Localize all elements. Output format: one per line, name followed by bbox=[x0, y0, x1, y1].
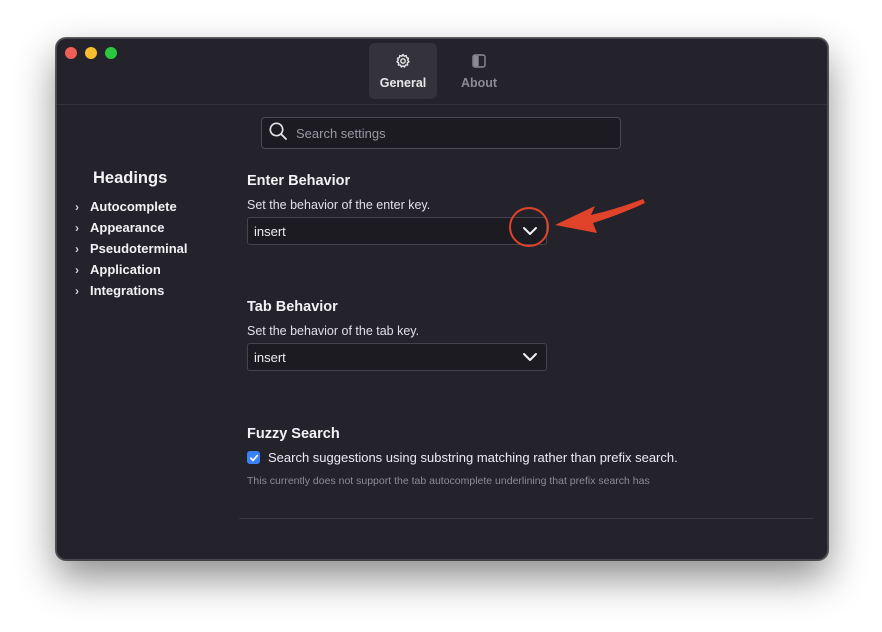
tab-behavior-description: Set the behavior of the tab key. bbox=[247, 324, 420, 338]
search-icon bbox=[262, 121, 288, 146]
tab-behavior-value: insert bbox=[254, 349, 286, 365]
tab-about-label: About bbox=[460, 75, 498, 90]
chevron-right-icon: › bbox=[75, 262, 79, 277]
chevron-right-icon: › bbox=[75, 241, 79, 256]
fuzzy-search-option[interactable]: Search suggestions using substring match… bbox=[247, 450, 678, 465]
enter-behavior-title: Enter Behavior bbox=[247, 173, 351, 189]
annotation-circle bbox=[509, 207, 549, 247]
sidebar-icon bbox=[471, 53, 487, 76]
sidebar-item-integrations[interactable]: › Integrations bbox=[75, 283, 164, 298]
enter-behavior-select[interactable]: insert bbox=[247, 217, 547, 245]
checkmark-icon bbox=[249, 454, 258, 461]
sidebar-item-label: Integrations bbox=[90, 283, 165, 298]
sidebar-item-label: Pseudoterminal bbox=[90, 241, 188, 256]
sidebar-item-label: Autocomplete bbox=[90, 199, 177, 214]
tab-behavior-title: Tab Behavior bbox=[247, 299, 338, 315]
enter-behavior-value: insert bbox=[254, 223, 286, 239]
sidebar-item-label: Appearance bbox=[90, 220, 165, 235]
settings-window: General About Headings › Autocomplete › bbox=[56, 38, 828, 560]
tab-general-label: General bbox=[379, 75, 427, 90]
title-bar: General About bbox=[57, 39, 827, 105]
fuzzy-search-title: Fuzzy Search bbox=[247, 426, 340, 442]
gear-icon bbox=[395, 53, 411, 76]
tab-general[interactable]: General bbox=[369, 43, 437, 99]
chevron-right-icon: › bbox=[75, 283, 79, 298]
enter-behavior-description: Set the behavior of the enter key. bbox=[247, 198, 431, 212]
search-input[interactable] bbox=[294, 124, 598, 142]
fuzzy-search-note: This currently does not support the tab … bbox=[247, 475, 650, 487]
chevron-right-icon: › bbox=[75, 220, 79, 235]
headings-title: Headings bbox=[93, 169, 168, 187]
chevron-down-icon[interactable] bbox=[522, 352, 538, 362]
sidebar-item-application[interactable]: › Application bbox=[75, 262, 161, 277]
chevron-right-icon: › bbox=[75, 199, 79, 214]
tab-about[interactable]: About bbox=[449, 43, 509, 99]
tab-behavior-select[interactable]: insert bbox=[247, 343, 547, 371]
sidebar-item-appearance[interactable]: › Appearance bbox=[75, 220, 164, 235]
sidebar-item-label: Application bbox=[90, 262, 161, 277]
sidebar-item-autocomplete[interactable]: › Autocomplete bbox=[75, 199, 177, 214]
annotation-arrow-icon bbox=[555, 199, 645, 233]
section-divider bbox=[239, 518, 814, 519]
fuzzy-search-label: Search suggestions using substring match… bbox=[268, 450, 678, 465]
minimize-window-button[interactable] bbox=[85, 47, 97, 59]
fuzzy-search-checkbox[interactable] bbox=[247, 451, 260, 464]
search-field[interactable] bbox=[261, 117, 621, 149]
sidebar-item-pseudoterminal[interactable]: › Pseudoterminal bbox=[75, 241, 188, 256]
zoom-window-button[interactable] bbox=[105, 47, 117, 59]
close-window-button[interactable] bbox=[65, 47, 77, 59]
